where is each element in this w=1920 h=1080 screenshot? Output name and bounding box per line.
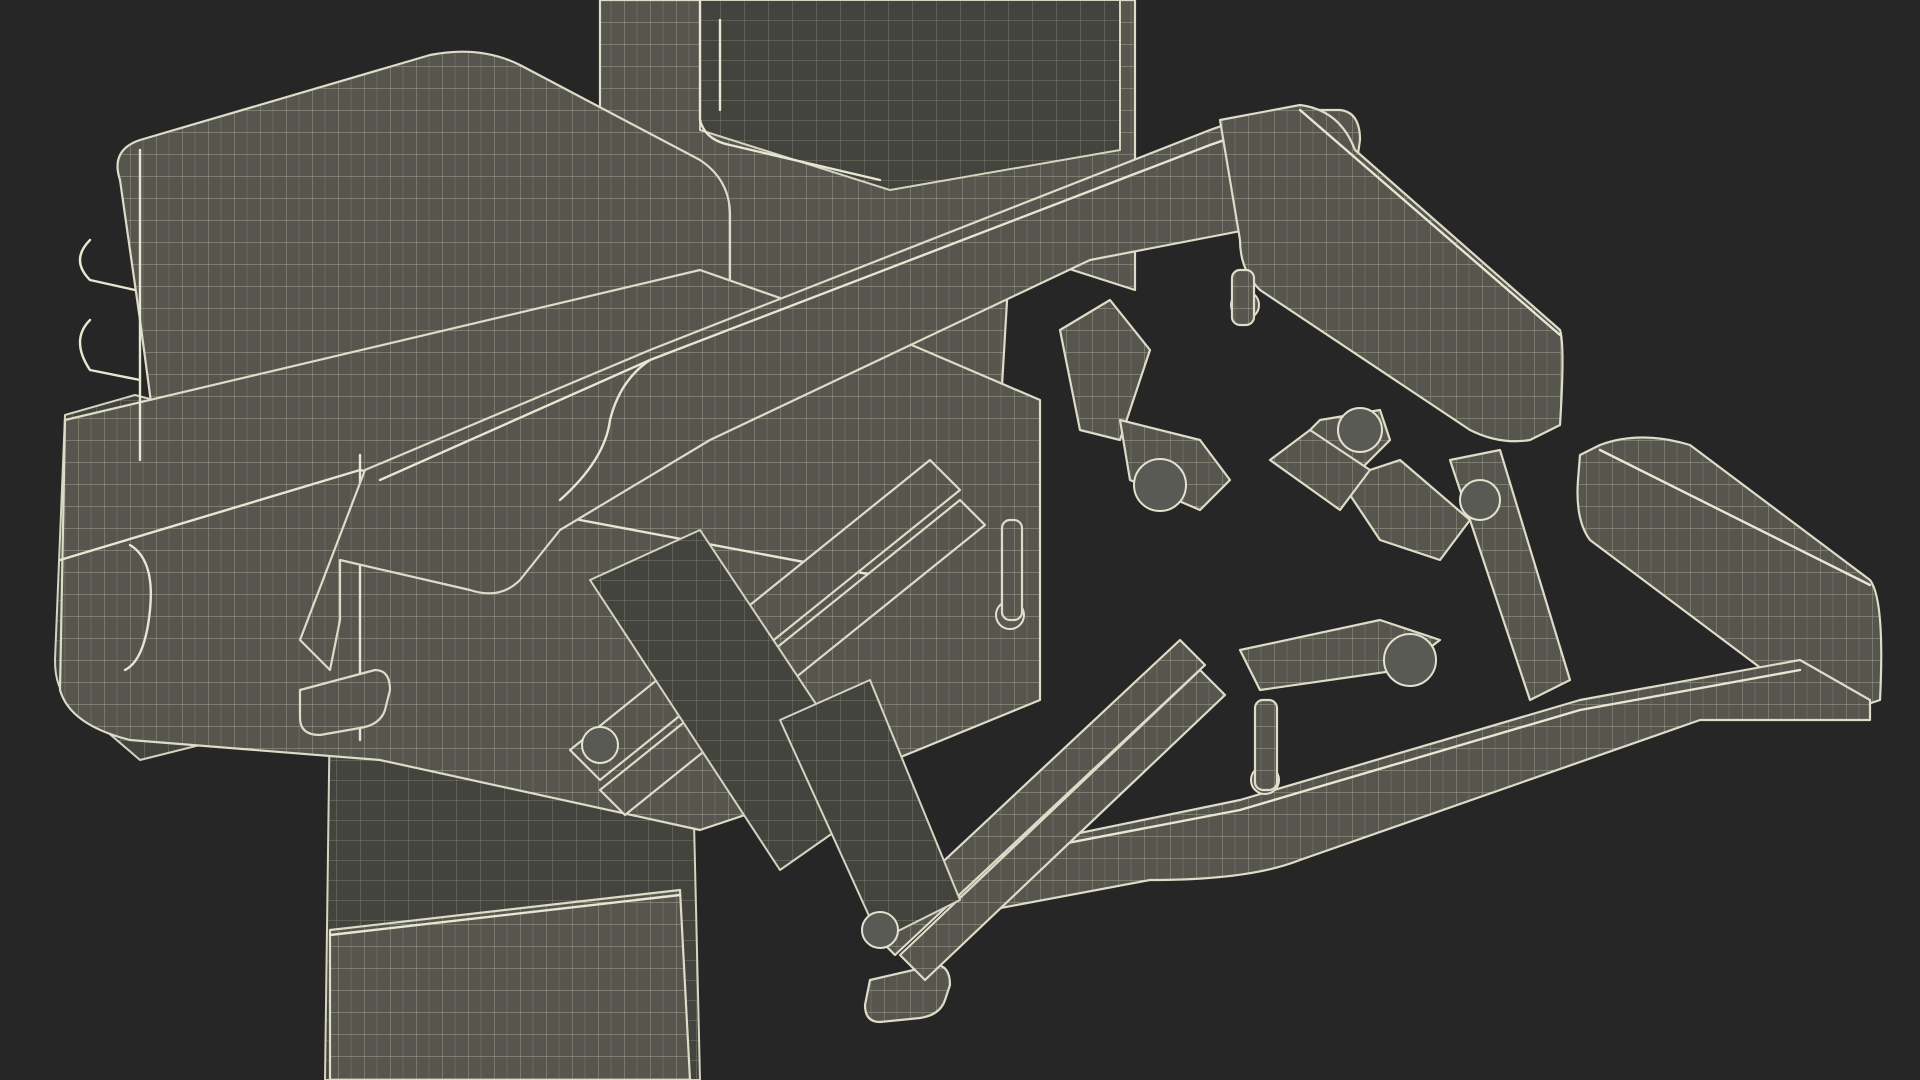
render-viewport xyxy=(0,0,1920,1080)
wireframe-robot-render xyxy=(0,0,1920,1080)
